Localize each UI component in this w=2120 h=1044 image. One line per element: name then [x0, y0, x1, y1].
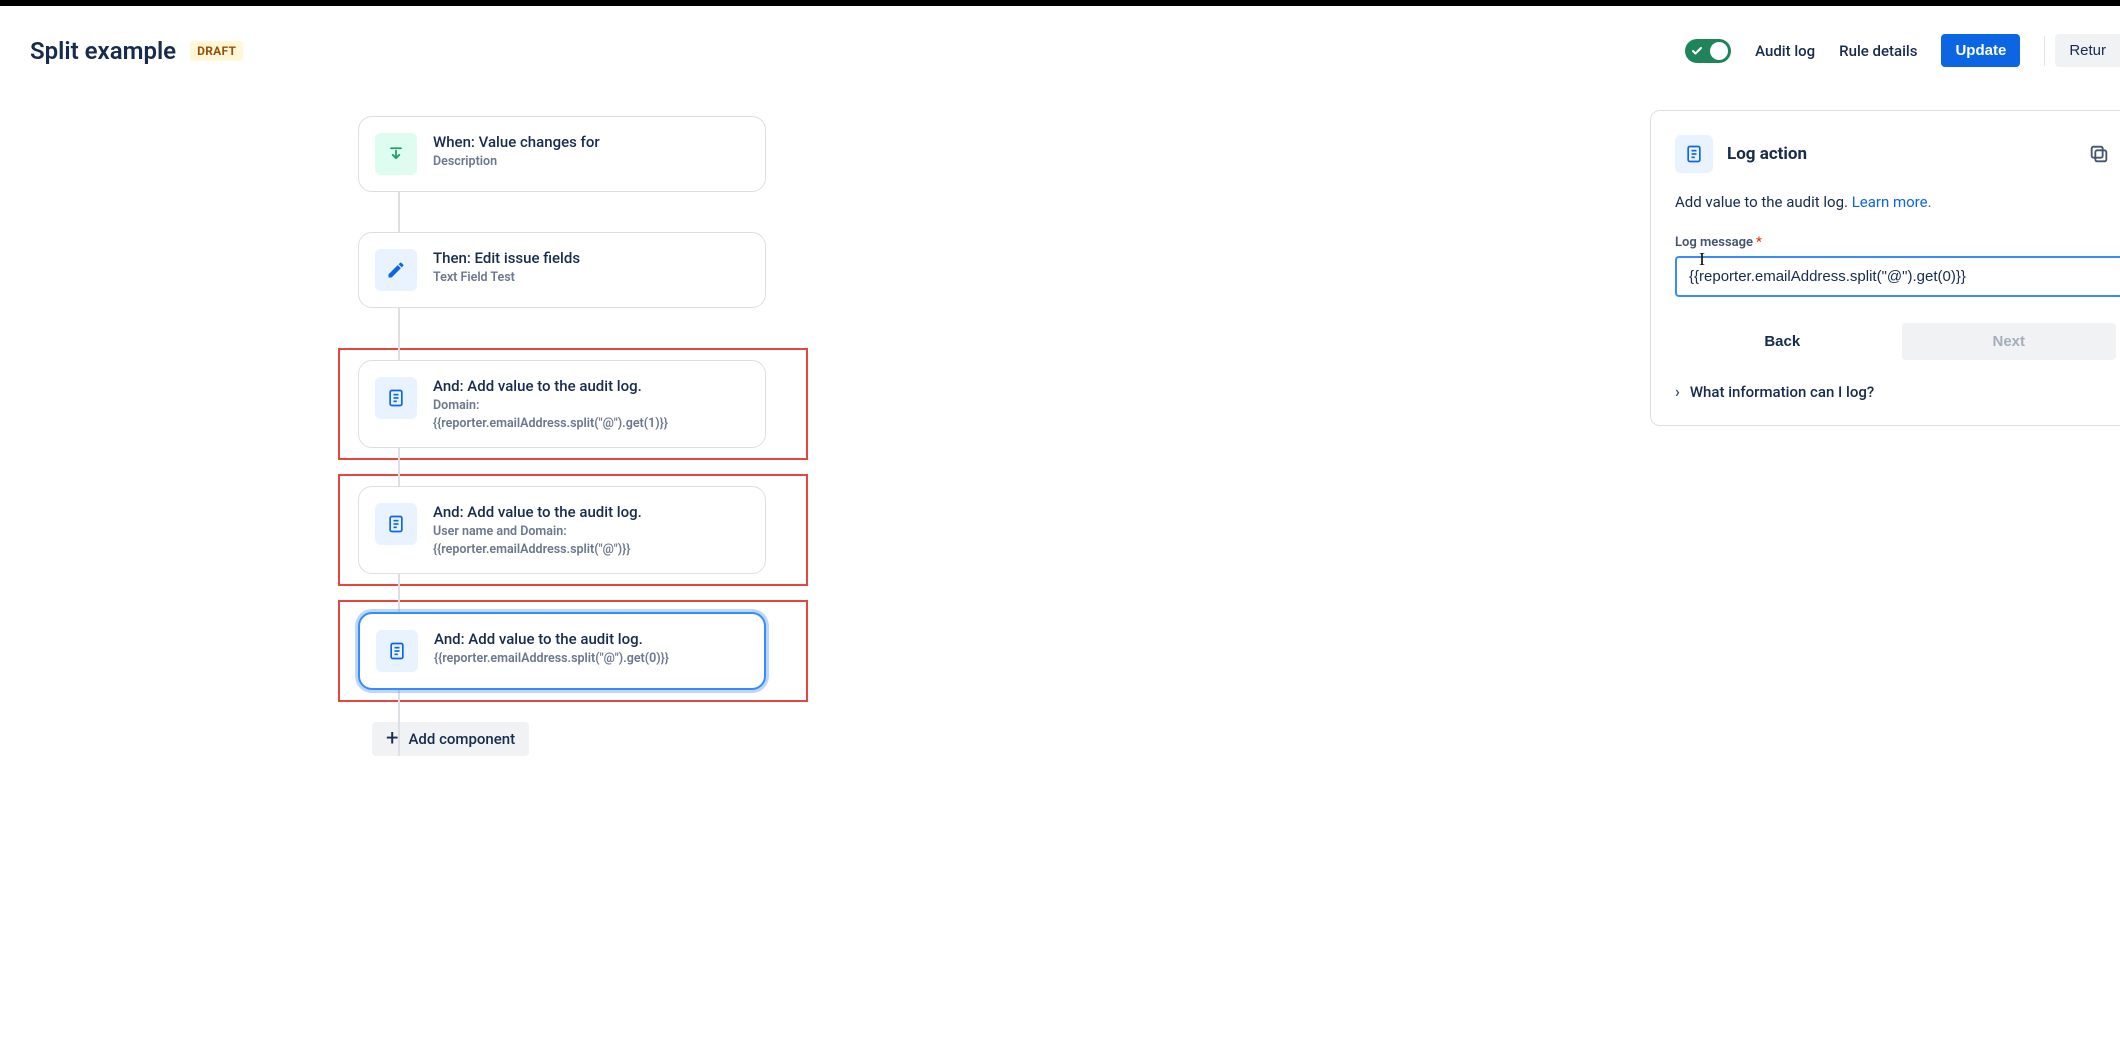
return-button[interactable]: Retur [2055, 34, 2120, 67]
node-subtitle: {{reporter.emailAddress.split("@").get(0… [434, 651, 669, 666]
annotation-highlight: And: Add value to the audit log. Domain:… [338, 348, 808, 460]
add-component-button[interactable]: + Add component [372, 722, 529, 756]
header-separator [2044, 36, 2045, 66]
next-button: Next [1902, 323, 2117, 360]
trigger-icon [375, 133, 417, 175]
duplicate-icon[interactable] [2088, 143, 2116, 165]
status-badge: DRAFT [190, 41, 243, 61]
log-icon [376, 630, 418, 672]
log-icon [375, 503, 417, 545]
node-subtitle-2: {{reporter.emailAddress.split("@")}} [433, 542, 642, 557]
toggle-knob [1710, 42, 1728, 60]
header-left: Split example DRAFT [30, 37, 243, 65]
info-expander[interactable]: › What information can I log? [1675, 382, 2120, 401]
node-title: When: Value changes for [433, 133, 600, 151]
node-subtitle: User name and Domain: [433, 524, 642, 539]
header-right: Audit log Rule details Update Retur [1685, 34, 2120, 67]
node-subtitle: Text Field Test [433, 270, 580, 285]
update-button[interactable]: Update [1941, 34, 2020, 67]
node-title: Then: Edit issue fields [433, 249, 580, 267]
rule-canvas: When: Value changes for Description Then… [358, 116, 778, 756]
log-message-field-wrap: I [1675, 256, 2120, 297]
rule-node-log-1[interactable]: And: Add value to the audit log. Domain:… [358, 360, 766, 448]
log-icon [375, 377, 417, 419]
log-message-label: Log message* [1675, 235, 2120, 250]
panel-description-text: Add value to the audit log. [1675, 193, 1852, 211]
annotation-highlight: And: Add value to the audit log. {{repor… [338, 600, 808, 702]
chevron-right-icon: › [1675, 382, 1680, 401]
field-label-text: Log message [1675, 235, 1753, 250]
panel-header: Log action [1675, 135, 2120, 173]
log-message-input[interactable] [1675, 256, 2120, 297]
page-header: Split example DRAFT Audit log Rule detai… [0, 6, 2120, 95]
learn-more-link[interactable]: Learn more. [1852, 193, 1932, 211]
rule-title: Split example [30, 37, 176, 65]
rule-node-trigger[interactable]: When: Value changes for Description [358, 116, 766, 192]
annotation-highlight: And: Add value to the audit log. User na… [338, 474, 808, 586]
details-panel: Log action Add value to the audit log. L… [1650, 110, 2120, 426]
node-subtitle: Description [433, 154, 600, 169]
connector-line [398, 686, 400, 756]
rule-node-edit-issue[interactable]: Then: Edit issue fields Text Field Test [358, 232, 766, 308]
rule-details-link[interactable]: Rule details [1839, 42, 1917, 60]
panel-title: Log action [1727, 144, 1807, 164]
panel-description: Add value to the audit log. Learn more. [1675, 193, 2120, 211]
node-title: And: Add value to the audit log. [433, 377, 668, 395]
add-component-label: Add component [408, 730, 515, 748]
log-icon [1675, 135, 1713, 173]
rule-enabled-toggle[interactable] [1685, 39, 1731, 63]
node-title: And: Add value to the audit log. [433, 503, 642, 521]
check-icon [1691, 45, 1703, 57]
node-title: And: Add value to the audit log. [434, 630, 669, 648]
edit-icon [375, 249, 417, 291]
rule-node-log-2[interactable]: And: Add value to the audit log. User na… [358, 486, 766, 574]
rule-node-log-3-selected[interactable]: And: Add value to the audit log. {{repor… [358, 612, 766, 690]
expander-label: What information can I log? [1690, 383, 1874, 401]
panel-button-row: Back Next [1675, 323, 2120, 360]
back-button[interactable]: Back [1675, 323, 1890, 360]
node-subtitle-2: {{reporter.emailAddress.split("@").get(1… [433, 416, 668, 431]
required-asterisk: * [1756, 235, 1762, 250]
page-root: Split example DRAFT Audit log Rule detai… [0, 6, 2120, 1044]
node-subtitle: Domain: [433, 398, 668, 413]
audit-log-link[interactable]: Audit log [1755, 42, 1815, 60]
